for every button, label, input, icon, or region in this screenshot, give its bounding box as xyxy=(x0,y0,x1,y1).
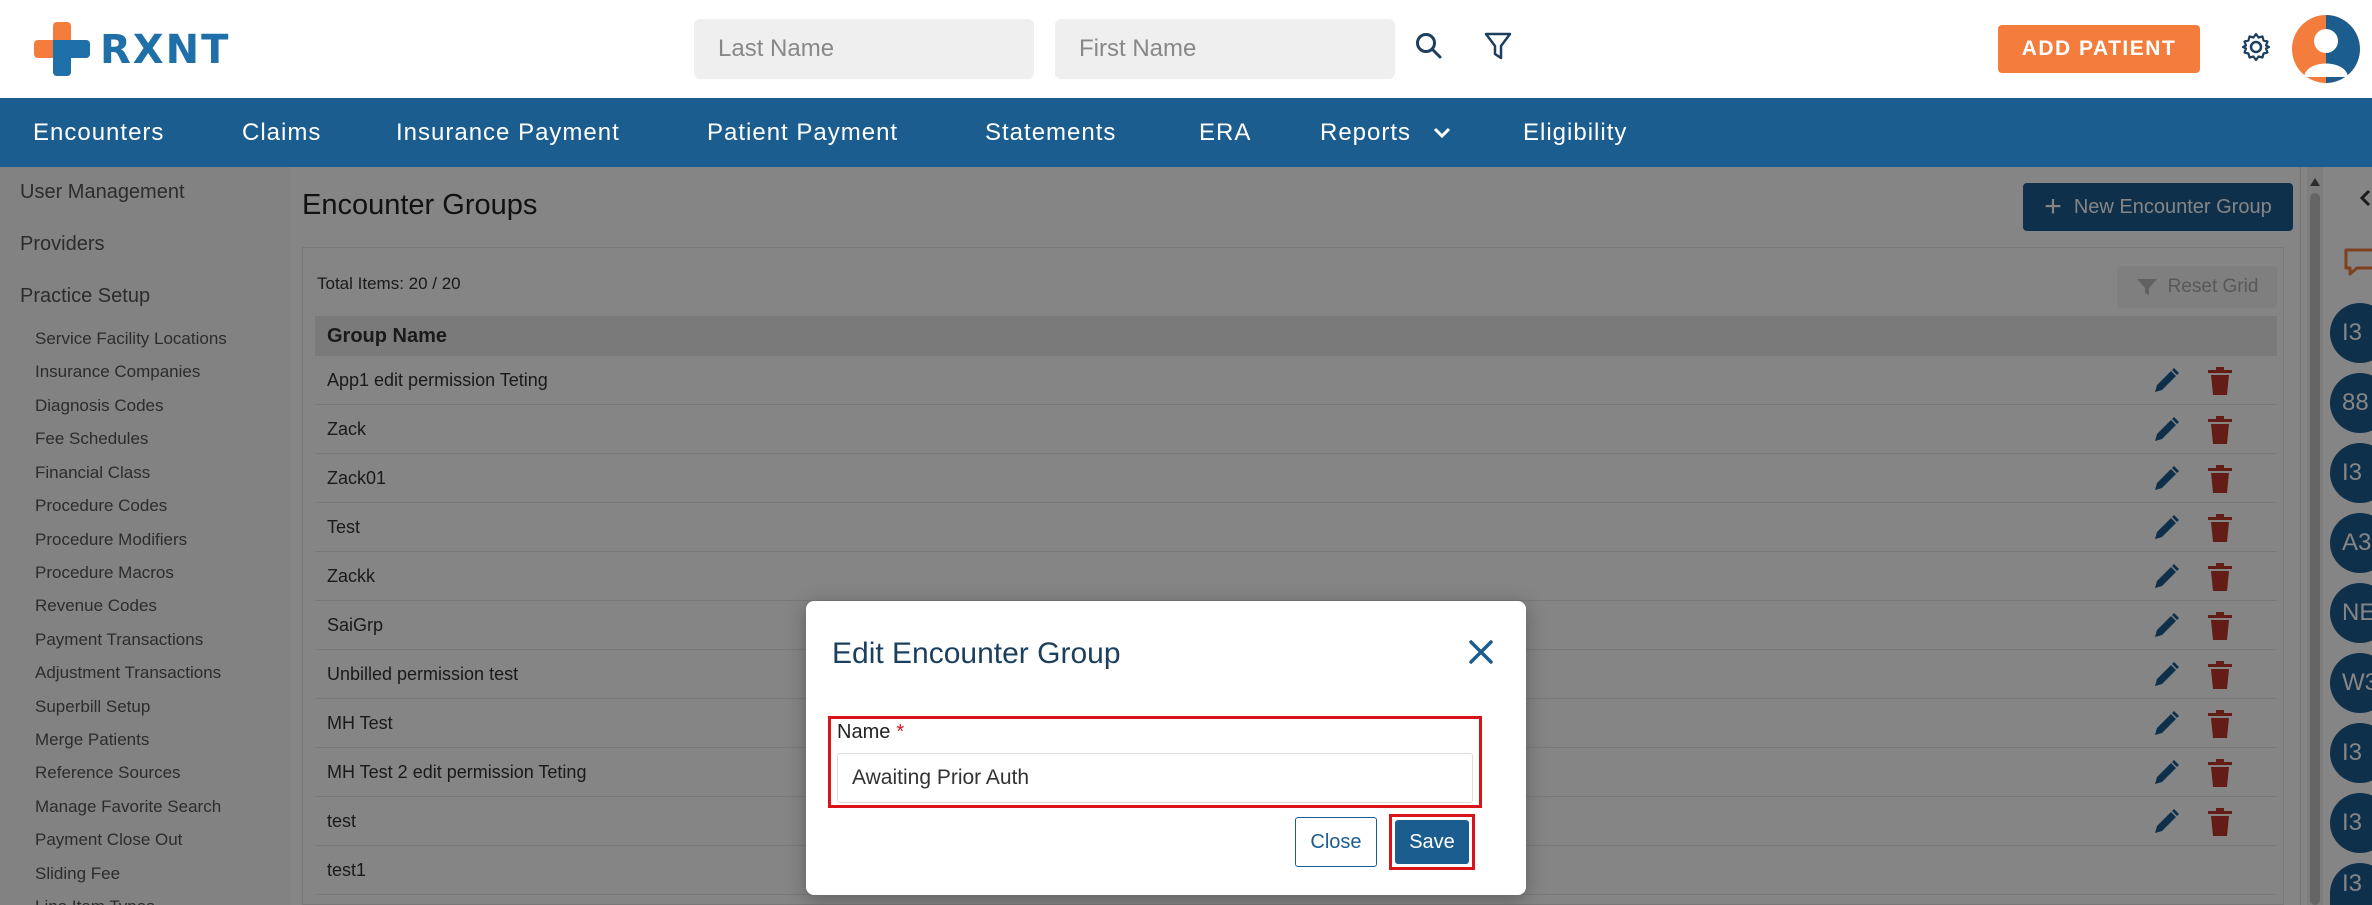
name-input[interactable]: Awaiting Prior Auth xyxy=(837,753,1473,803)
add-patient-button[interactable]: ADD PATIENT xyxy=(1998,25,2200,73)
required-mark: * xyxy=(896,721,905,743)
first-name-input[interactable]: First Name xyxy=(1055,19,1395,79)
nav-reports[interactable]: Reports xyxy=(1320,98,1411,167)
nav-era[interactable]: ERA xyxy=(1199,98,1251,167)
nav-patient-payment[interactable]: Patient Payment xyxy=(707,98,898,167)
main-nav: Encounters Claims Insurance Payment Pati… xyxy=(0,98,2372,167)
close-icon[interactable] xyxy=(1466,637,1496,667)
name-label-text: Name xyxy=(837,721,891,743)
rxnt-logo[interactable]: RXNT xyxy=(34,22,230,78)
nav-encounters[interactable]: Encounters xyxy=(33,98,164,167)
nav-insurance-payment[interactable]: Insurance Payment xyxy=(396,98,620,167)
nav-statements[interactable]: Statements xyxy=(985,98,1116,167)
edit-encounter-group-dialog: Edit Encounter Group Name * Awaiting Prio… xyxy=(806,601,1526,895)
name-field-highlight: Name * Awaiting Prior Auth xyxy=(828,716,1482,808)
last-name-input[interactable]: Last Name xyxy=(694,19,1034,79)
nav-claims[interactable]: Claims xyxy=(242,98,321,167)
close-button[interactable]: Close xyxy=(1295,817,1377,867)
logo-mark-icon xyxy=(34,22,90,78)
gear-icon[interactable] xyxy=(2236,27,2276,67)
name-label: Name * xyxy=(837,721,904,744)
top-header: RXNT Last Name First Name ADD PATIENT xyxy=(0,0,2372,98)
chevron-down-icon[interactable] xyxy=(1433,98,1451,167)
filter-icon[interactable] xyxy=(1478,26,1518,66)
user-avatar[interactable] xyxy=(2292,15,2360,83)
save-button[interactable]: Save xyxy=(1395,820,1469,864)
logo-text: RXNT xyxy=(100,27,231,73)
search-icon[interactable] xyxy=(1409,26,1449,66)
nav-eligibility[interactable]: Eligibility xyxy=(1523,98,1627,167)
save-button-highlight: Save xyxy=(1389,814,1475,870)
dialog-title: Edit Encounter Group xyxy=(832,637,1121,670)
